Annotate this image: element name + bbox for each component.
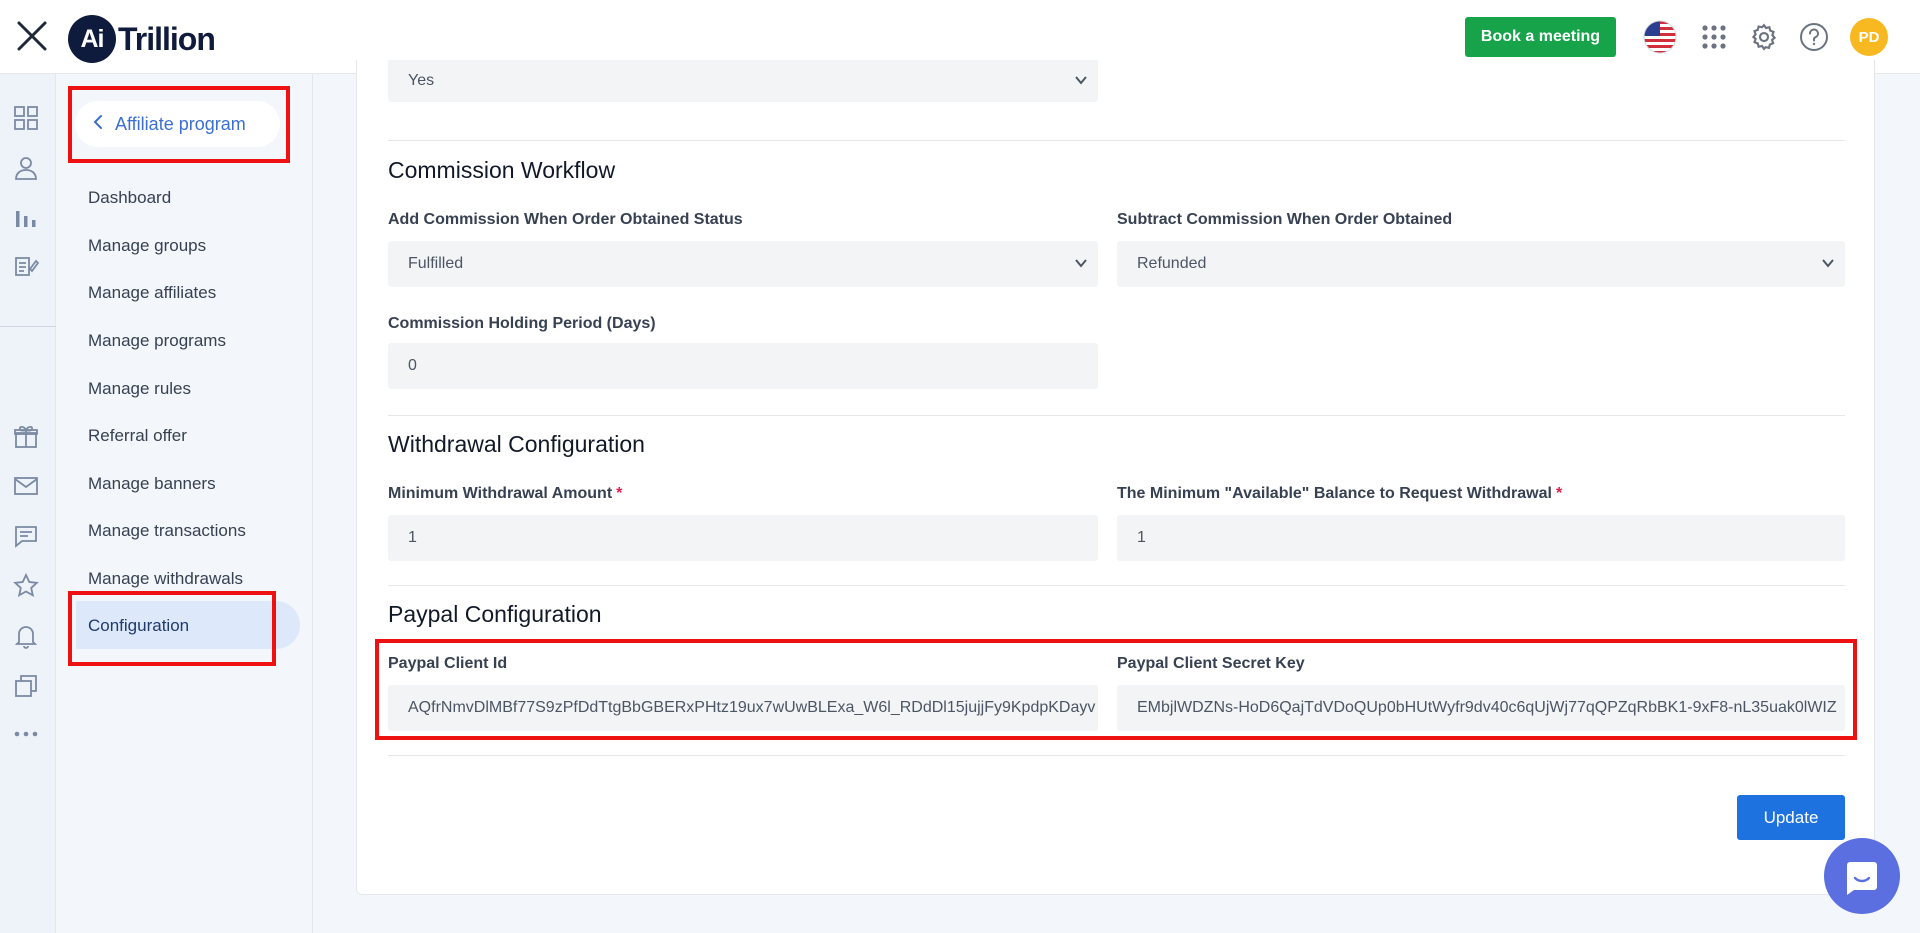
chat-widget-button[interactable] xyxy=(1824,838,1900,914)
required-mark: * xyxy=(616,485,623,502)
required-mark: * xyxy=(1555,485,1563,502)
sidebar-item-manage-transactions[interactable]: Manage transactions xyxy=(88,521,246,541)
min-withdrawal-input[interactable]: 1 xyxy=(388,515,1098,561)
sidebar-item-dashboard[interactable]: Dashboard xyxy=(88,188,171,208)
paypal-configuration-title: Paypal Configuration xyxy=(388,601,602,627)
bar-chart-icon[interactable] xyxy=(12,202,40,230)
paypal-secret-key-input[interactable]: EMbjlWDZNs-HoD6QajTdVDoQUp0bHUtWyfr9dv40… xyxy=(1117,685,1845,731)
configuration-card: Yes Commission Workflow Add Commission W… xyxy=(356,60,1875,895)
chevron-left-icon xyxy=(93,114,103,135)
divider xyxy=(388,755,1845,756)
top-select-value: Yes xyxy=(408,72,435,89)
min-balance-label: The Minimum "Available" Balance to Reque… xyxy=(1117,485,1563,502)
chevron-down-icon xyxy=(1075,76,1087,85)
sidebar: Affiliate program Dashboard Manage group… xyxy=(56,74,313,933)
back-label: Affiliate program xyxy=(115,113,246,134)
divider xyxy=(388,415,1845,416)
chat-icon[interactable] xyxy=(12,522,40,550)
chevron-down-icon xyxy=(1075,259,1087,268)
add-commission-select[interactable]: Fulfilled xyxy=(388,241,1098,287)
top-select[interactable]: Yes xyxy=(388,60,1098,102)
chevron-down-icon xyxy=(1822,259,1834,268)
subtract-commission-select[interactable]: Refunded xyxy=(1117,241,1845,287)
star-icon[interactable] xyxy=(12,572,40,600)
paypal-client-id-input[interactable]: AQfrNmvDlMBf77S9zPfDdTtgBbGBERxPHtz19ux7… xyxy=(388,685,1098,731)
subtract-commission-label: Subtract Commission When Order Obtained xyxy=(1117,211,1453,228)
user-icon[interactable] xyxy=(12,154,40,182)
logo-mark: Ai xyxy=(68,15,116,63)
sidebar-item-manage-affiliates[interactable]: Manage affiliates xyxy=(88,283,216,303)
rail-divider xyxy=(0,326,56,327)
withdrawal-configuration-title: Withdrawal Configuration xyxy=(388,431,645,457)
edit-list-icon[interactable] xyxy=(12,252,40,280)
update-button[interactable]: Update xyxy=(1737,795,1845,840)
more-icon[interactable] xyxy=(12,720,40,748)
us-flag-icon[interactable] xyxy=(1643,20,1677,54)
copy-icon[interactable] xyxy=(12,672,40,700)
sidebar-item-manage-programs[interactable]: Manage programs xyxy=(88,331,226,351)
sidebar-item-manage-withdrawals[interactable]: Manage withdrawals xyxy=(88,569,243,589)
close-icon[interactable] xyxy=(14,18,50,54)
bell-icon[interactable] xyxy=(12,622,40,650)
holding-period-label: Commission Holding Period (Days) xyxy=(388,315,656,332)
avatar[interactable]: PD xyxy=(1850,18,1888,56)
dashboard-icon[interactable] xyxy=(12,104,40,132)
gear-icon[interactable] xyxy=(1747,20,1781,54)
divider xyxy=(388,585,1845,586)
icon-rail xyxy=(0,74,56,933)
add-commission-label: Add Commission When Order Obtained Statu… xyxy=(388,211,743,228)
logo-text: Trillion xyxy=(118,20,216,57)
commission-workflow-title: Commission Workflow xyxy=(388,157,616,183)
divider xyxy=(388,140,1845,141)
min-withdrawal-label: Minimum Withdrawal Amount * xyxy=(388,485,623,502)
sidebar-item-referral-offer[interactable]: Referral offer xyxy=(88,426,187,446)
paypal-client-id-label: Paypal Client Id xyxy=(388,655,508,672)
book-meeting-button[interactable]: Book a meeting xyxy=(1465,17,1616,57)
back-to-affiliate-program[interactable]: Affiliate program xyxy=(75,101,280,147)
sidebar-item-manage-rules[interactable]: Manage rules xyxy=(88,379,191,399)
subtract-commission-value: Refunded xyxy=(1137,255,1207,272)
sidebar-item-configuration[interactable]: Configuration xyxy=(88,616,189,636)
add-commission-value: Fulfilled xyxy=(408,255,464,272)
sidebar-item-manage-banners[interactable]: Manage banners xyxy=(88,474,216,494)
app-logo[interactable]: Ai Trillion xyxy=(68,14,216,64)
gift-icon[interactable] xyxy=(12,422,40,450)
help-icon[interactable] xyxy=(1797,20,1831,54)
min-balance-input[interactable]: 1 xyxy=(1117,515,1845,561)
mail-icon[interactable] xyxy=(12,472,40,500)
apps-grid-icon[interactable] xyxy=(1697,20,1731,54)
holding-period-input[interactable]: 0 xyxy=(388,343,1098,389)
chat-bubble-icon xyxy=(1847,862,1877,895)
sidebar-item-manage-groups[interactable]: Manage groups xyxy=(88,236,206,256)
paypal-secret-key-label: Paypal Client Secret Key xyxy=(1117,655,1305,672)
